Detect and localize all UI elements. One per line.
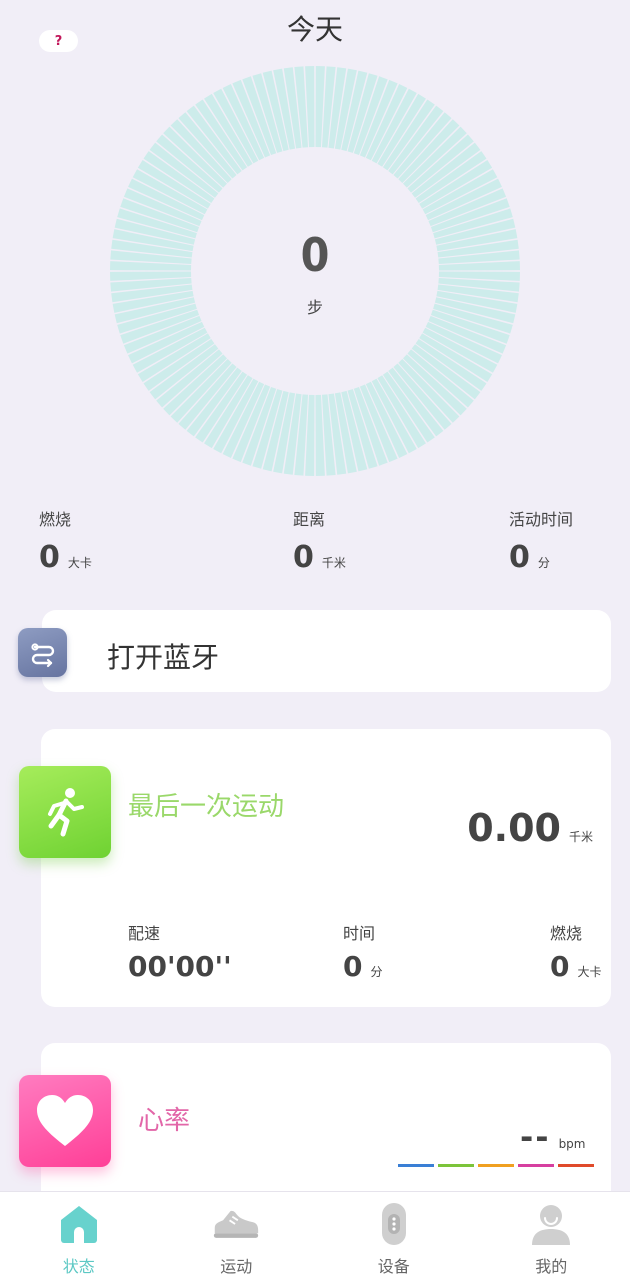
stat-calories-value: 0 xyxy=(39,540,60,575)
page-title: 今天 xyxy=(286,13,343,46)
sport-stat-calories: 燃烧 0 大卡 xyxy=(550,920,602,983)
tab-device[interactable]: 设备 xyxy=(315,1192,473,1280)
stat-active-time-unit: 分 xyxy=(537,556,550,570)
heart-rate-title: 心率 xyxy=(138,1106,191,1136)
last-sport-title: 最后一次运动 xyxy=(128,792,285,822)
bluetooth-connect-icon[interactable] xyxy=(18,628,67,677)
band-icon xyxy=(370,1202,418,1246)
sport-stat-time-unit: 分 xyxy=(370,965,383,979)
stat-calories-label: 燃烧 xyxy=(39,510,72,529)
shoe-icon xyxy=(212,1202,260,1246)
stat-distance-value: 0 xyxy=(293,540,314,575)
stat-active-time-label: 活动时间 xyxy=(509,510,574,529)
heart-rate-reading: -- bpm xyxy=(520,1118,586,1156)
tab-me-label: 我的 xyxy=(535,1257,568,1276)
last-sport-distance-unit: 千米 xyxy=(568,830,593,844)
heart-rate-zone-segment xyxy=(478,1164,514,1167)
steps-unit: 步 xyxy=(306,298,323,317)
sport-stat-calories-label: 燃烧 xyxy=(550,924,583,943)
tab-status[interactable]: 状态 xyxy=(0,1192,158,1280)
stat-calories-unit: 大卡 xyxy=(67,556,92,570)
bluetooth-label[interactable]: 打开蓝牙 xyxy=(107,636,219,676)
heart-rate-zone-segment xyxy=(438,1164,474,1167)
heart-rate-zone-segment xyxy=(518,1164,554,1167)
heart-icon xyxy=(19,1075,111,1167)
sport-stat-pace-value: 00'00'' xyxy=(128,950,232,983)
tab-device-label: 设备 xyxy=(377,1257,410,1276)
stat-distance-label: 距离 xyxy=(293,510,326,529)
home-icon xyxy=(55,1202,103,1246)
help-button[interactable]: ? xyxy=(39,30,78,52)
sport-stat-time-value: 0 xyxy=(343,950,363,983)
tab-status-label: 状态 xyxy=(62,1257,95,1276)
running-person-icon xyxy=(19,766,111,858)
sport-stat-time: 时间 0 分 xyxy=(343,920,383,983)
last-sport-distance: 0.00 千米 xyxy=(467,806,593,850)
sport-stat-time-label: 时间 xyxy=(343,924,376,943)
sport-stat-calories-unit: 大卡 xyxy=(577,965,602,979)
sport-stat-calories-value: 0 xyxy=(550,950,570,983)
tab-me[interactable]: 我的 xyxy=(473,1192,630,1280)
heart-rate-zone-bar xyxy=(398,1164,594,1167)
bottom-tab-bar: 状态 运动 设备 我的 xyxy=(0,1191,630,1280)
user-icon xyxy=(527,1202,575,1246)
heart-rate-value: -- xyxy=(520,1118,551,1156)
tab-sport[interactable]: 运动 xyxy=(158,1192,316,1280)
stat-active-time-value: 0 xyxy=(509,540,530,575)
tab-sport-label: 运动 xyxy=(220,1257,253,1276)
stat-distance-unit: 千米 xyxy=(321,556,346,570)
stat-active-time: 活动时间 0 分 xyxy=(509,506,573,575)
heart-rate-zone-segment xyxy=(558,1164,594,1167)
heart-rate-zone-segment xyxy=(398,1164,434,1167)
sport-stat-pace-label: 配速 xyxy=(128,924,161,943)
stat-calories: 燃烧 0 大卡 xyxy=(39,506,92,575)
last-sport-distance-value: 0.00 xyxy=(467,806,561,850)
steps-value: 0 xyxy=(300,228,330,282)
heart-rate-unit: bpm xyxy=(558,1137,586,1151)
sport-stat-pace: 配速 00'00'' xyxy=(128,920,232,983)
stat-distance: 距离 0 千米 xyxy=(293,506,346,575)
last-sport-card[interactable] xyxy=(41,729,611,1007)
